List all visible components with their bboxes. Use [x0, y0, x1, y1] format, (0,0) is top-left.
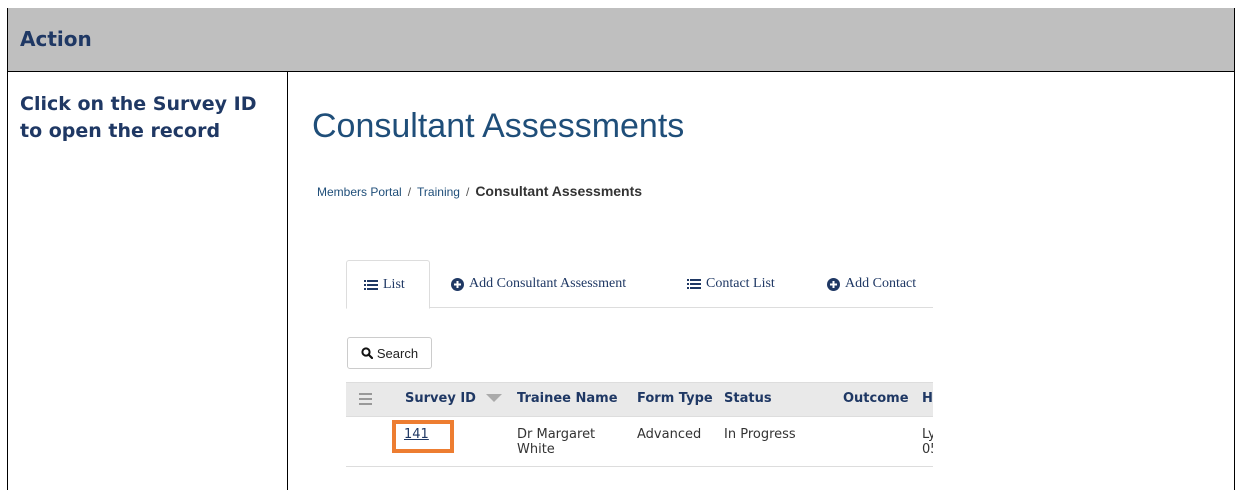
- status-cell: In Progress: [724, 427, 796, 442]
- tab-contact-list[interactable]: Contact List: [687, 260, 775, 308]
- tab-label: Add Consultant Assessment: [469, 276, 627, 291]
- column-outcome[interactable]: Outcome: [843, 391, 909, 406]
- sort-desc-icon: [486, 391, 503, 406]
- column-status[interactable]: Status: [724, 391, 772, 406]
- tab-label: Contact List: [706, 276, 775, 291]
- list-icon: [364, 279, 378, 291]
- tab-label: Add Contact: [845, 276, 917, 291]
- plus-circle-icon: [451, 277, 464, 291]
- column-h[interactable]: H: [922, 391, 933, 406]
- column-label: Survey ID: [405, 391, 476, 406]
- plus-circle-icon: [827, 277, 840, 291]
- column-trainee-name[interactable]: Trainee Name: [517, 391, 618, 406]
- breadcrumb-members-portal[interactable]: Members Portal: [317, 185, 402, 199]
- trainee-name-cell: Dr Margaret White: [517, 427, 595, 457]
- breadcrumb-current: Consultant Assessments: [475, 183, 643, 199]
- page-title: Consultant Assessments: [312, 107, 685, 145]
- h-cell: Ly 05: [922, 427, 933, 457]
- action-header: Action: [20, 27, 92, 51]
- breadcrumb-separator: /: [465, 185, 470, 199]
- breadcrumb-separator: /: [407, 185, 412, 199]
- search-label: Search: [376, 345, 419, 361]
- tab-add-contact[interactable]: Add Contact: [827, 260, 916, 308]
- tab-label: List: [383, 276, 405, 292]
- tab-list[interactable]: List: [346, 260, 430, 309]
- trainee-name-line2: White: [517, 442, 555, 457]
- breadcrumb-training[interactable]: Training: [417, 185, 460, 199]
- tab-bar: List Add Consultant Assessment Contact L…: [346, 260, 933, 309]
- highlight-box: [392, 420, 454, 453]
- list-icon: [687, 278, 701, 290]
- column-menu-icon[interactable]: [359, 393, 372, 408]
- tab-add-consultant-assessment[interactable]: Add Consultant Assessment: [451, 260, 626, 308]
- instruction-text: Click on the Survey ID to open the recor…: [20, 93, 257, 142]
- table-header-row: Action: [8, 8, 1234, 72]
- h-cell-line1: Ly: [922, 427, 933, 442]
- column-divider: [287, 72, 288, 490]
- column-form-type[interactable]: Form Type: [637, 391, 713, 406]
- breadcrumb: Members Portal / Training / Consultant Asses…: [317, 183, 642, 199]
- search-button[interactable]: Search: [347, 337, 432, 369]
- h-cell-line2: 05: [922, 442, 933, 457]
- search-icon: [361, 347, 373, 359]
- grid-header: Survey ID Trainee Name Form Type Status …: [346, 382, 933, 417]
- trainee-name-line1: Dr Margaret: [517, 427, 596, 442]
- form-type-cell: Advanced: [637, 427, 702, 442]
- column-survey-id[interactable]: Survey ID: [405, 391, 503, 406]
